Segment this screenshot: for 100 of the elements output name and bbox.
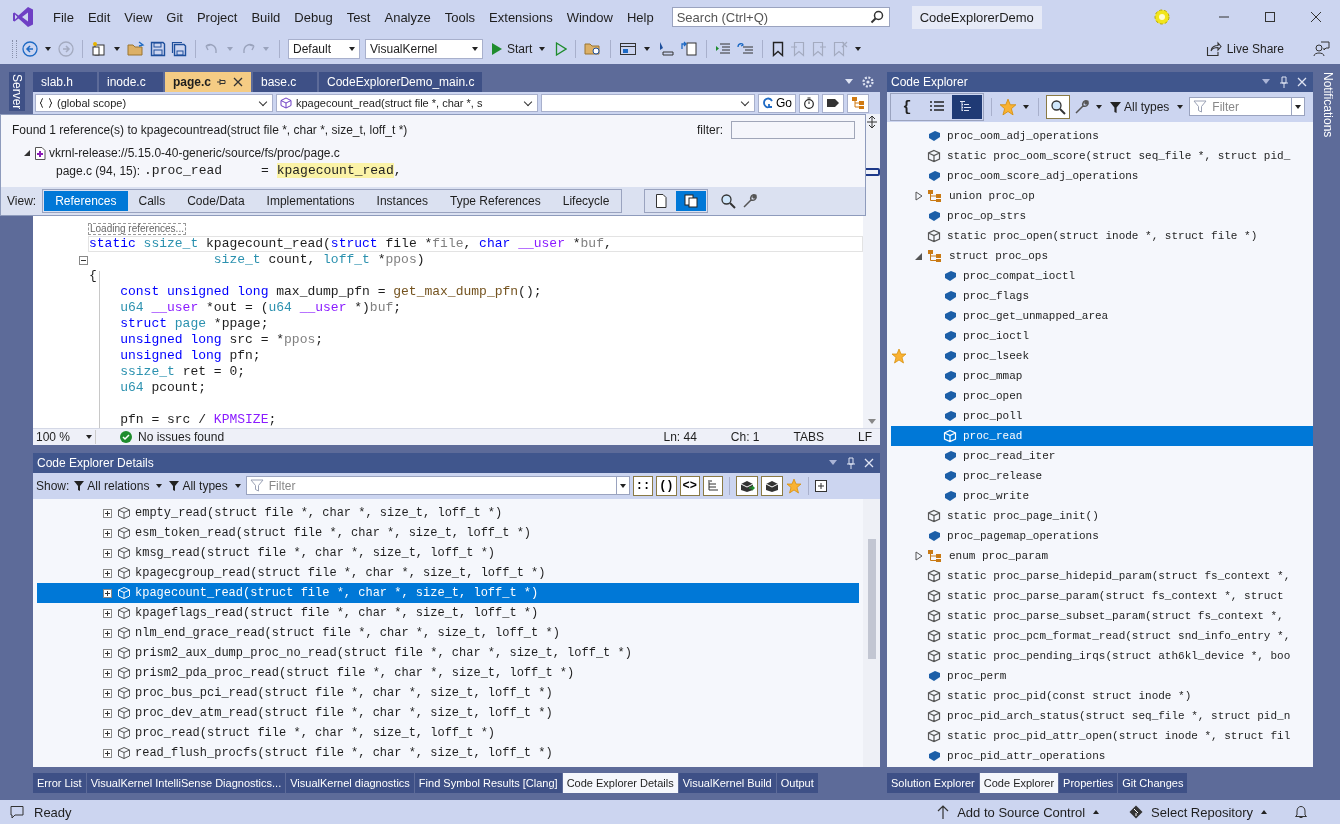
caret-icon[interactable] bbox=[1023, 105, 1029, 109]
reference-location[interactable]: page.c (94, 15): bbox=[56, 163, 141, 178]
symbol-item[interactable]: struct proc_ops bbox=[891, 246, 1313, 266]
view-tab[interactable]: References bbox=[44, 191, 128, 211]
document-tab[interactable]: CodeExplorerDemo_main.c bbox=[319, 72, 483, 92]
platform-dropdown[interactable]: VisualKernel bbox=[365, 39, 483, 59]
menu-item[interactable]: View bbox=[118, 6, 159, 28]
menu-item[interactable]: Window bbox=[560, 6, 619, 28]
relation-item[interactable]: proc_read(struct file *, char *, size_t, loff_t *) bbox=[37, 723, 859, 743]
expand-icon[interactable] bbox=[103, 528, 112, 538]
open-folder-icon[interactable] bbox=[127, 41, 145, 57]
collapse-icon[interactable] bbox=[79, 256, 88, 265]
menu-item[interactable]: Edit bbox=[81, 6, 117, 28]
relation-item[interactable]: kmsg_read(struct file *, char *, size_t, loff_t *) bbox=[37, 543, 859, 563]
search-icon[interactable] bbox=[720, 193, 737, 209]
symbol-item[interactable]: proc_perm bbox=[891, 666, 1313, 686]
symbol-item[interactable]: proc_pagemap_operations bbox=[891, 526, 1313, 546]
relation-item[interactable]: empty_read(struct file *, char *, size_t, loff_t *) bbox=[37, 503, 859, 523]
tool-window-tab[interactable]: VisualKernel Build bbox=[678, 773, 776, 793]
tool-window-tab[interactable]: Solution Explorer bbox=[887, 773, 979, 793]
tool-window-tab[interactable]: VisualKernel diagnostics bbox=[286, 773, 414, 793]
side-tab[interactable]: Server bbox=[8, 72, 25, 112]
expand-arrow-icon[interactable] bbox=[915, 191, 923, 201]
stopwatch-button[interactable] bbox=[799, 93, 819, 113]
wrench-icon[interactable] bbox=[1074, 99, 1090, 115]
indent-icon[interactable] bbox=[715, 41, 732, 57]
symbol-item[interactable]: static proc_open(struct inode *, struct file *) bbox=[891, 226, 1313, 246]
caret-icon[interactable] bbox=[644, 47, 651, 51]
menu-item[interactable]: Test bbox=[340, 6, 377, 28]
box-button[interactable] bbox=[760, 476, 783, 496]
feedback-icon[interactable] bbox=[1312, 40, 1330, 58]
search-field[interactable]: Search (Ctrl+Q) bbox=[671, 7, 890, 27]
symbol-item[interactable]: proc_oom_score_adj_operations bbox=[891, 166, 1313, 186]
relation-item[interactable]: prism2_aux_dump_proc_no_read(struct file *, char *, size_t, loff_t *) bbox=[37, 643, 859, 663]
menu-item[interactable]: Help bbox=[620, 6, 660, 28]
menu-item[interactable]: Project bbox=[190, 6, 244, 28]
caret-icon[interactable] bbox=[1096, 105, 1102, 109]
tree-view-button[interactable] bbox=[952, 95, 982, 119]
menu-item[interactable]: Analyze bbox=[378, 6, 437, 28]
expand-icon[interactable] bbox=[103, 628, 112, 638]
tool-window-tab[interactable]: Properties bbox=[1059, 773, 1118, 793]
caret-icon[interactable] bbox=[1295, 104, 1302, 109]
collapse-arrow-icon[interactable] bbox=[23, 149, 31, 157]
document-arrow-icon[interactable] bbox=[680, 41, 699, 57]
symbol-item[interactable]: static proc_pending_irqs(struct ath6kl_device *, boo bbox=[891, 646, 1313, 666]
symbol-item[interactable]: proc_write bbox=[891, 486, 1313, 506]
source-control-button[interactable]: Add to Source Control bbox=[934, 802, 1103, 822]
symbol-item[interactable]: static proc_oom_score(struct seq_file *, struct pid_ bbox=[891, 146, 1313, 166]
line-ending[interactable]: LF bbox=[858, 430, 872, 444]
outdent-icon[interactable] bbox=[736, 41, 755, 57]
collapse-arrow-icon[interactable] bbox=[915, 251, 923, 261]
expand-icon[interactable] bbox=[103, 608, 112, 618]
close-icon[interactable] bbox=[1310, 11, 1322, 23]
play-outline-icon[interactable] bbox=[555, 42, 568, 56]
expand-all-icon[interactable] bbox=[814, 480, 827, 492]
symbol-item[interactable]: static proc_parse_param(struct fs_context *, struct bbox=[891, 586, 1313, 606]
relation-item[interactable]: prism2_pda_proc_read(struct file *, char *, size_t, loff_t *) bbox=[37, 663, 859, 683]
symbol-item[interactable]: enum proc_param bbox=[891, 546, 1313, 566]
expand-icon[interactable] bbox=[103, 688, 112, 698]
view-tab[interactable]: Calls bbox=[127, 191, 177, 211]
symbol-item[interactable]: proc_ioctl bbox=[891, 326, 1313, 346]
document-tab[interactable]: page.c bbox=[165, 72, 251, 92]
repository-button[interactable]: Select Repository bbox=[1126, 802, 1270, 822]
start-button[interactable]: Start bbox=[488, 40, 551, 58]
relation-item[interactable]: nlm_end_grace_read(struct file *, char *, size_t, loff_t *) bbox=[37, 623, 859, 643]
menu-item[interactable]: Extensions bbox=[483, 6, 559, 28]
view-tab[interactable]: Lifecycle bbox=[551, 191, 621, 211]
issues-status[interactable]: No issues found bbox=[138, 430, 225, 444]
search-button[interactable] bbox=[1046, 95, 1070, 119]
menu-item[interactable]: Debug bbox=[288, 6, 339, 28]
scroll-thumb[interactable] bbox=[867, 539, 876, 659]
expand-icon[interactable] bbox=[103, 588, 112, 598]
caret-icon[interactable] bbox=[45, 47, 51, 51]
symbol-item[interactable]: proc_flags bbox=[891, 286, 1313, 306]
search-icon[interactable] bbox=[869, 10, 884, 24]
star-icon[interactable] bbox=[785, 478, 802, 494]
caret-icon[interactable] bbox=[234, 484, 241, 488]
symbol-item[interactable]: proc_pid_arch_status(struct seq_file *, struct pid_n bbox=[891, 706, 1313, 726]
menu-item[interactable]: Build bbox=[245, 6, 287, 28]
caret-icon[interactable] bbox=[855, 47, 862, 51]
tool-window-tab[interactable]: Git Changes bbox=[1118, 773, 1188, 793]
filter-field[interactable]: Filter bbox=[1189, 97, 1306, 116]
relation-item[interactable]: kpagecount_read(struct file *, char *, size_t, loff_t *) bbox=[37, 583, 859, 603]
view-tab[interactable]: Implementations bbox=[255, 191, 366, 211]
tool-window-tab[interactable]: VisualKernel IntelliSense Diagnostics... bbox=[86, 773, 286, 793]
document-tab[interactable]: base.c bbox=[253, 72, 317, 92]
expand-icon[interactable] bbox=[103, 548, 112, 558]
configuration-dropdown[interactable]: Default bbox=[288, 39, 360, 59]
dropdown-icon[interactable] bbox=[1261, 79, 1271, 85]
view-tab[interactable]: Instances bbox=[365, 191, 439, 211]
relations-filter[interactable]: All relations bbox=[72, 478, 152, 494]
symbol-item[interactable]: proc_op_strs bbox=[891, 206, 1313, 226]
menu-item[interactable]: File bbox=[47, 6, 80, 28]
member-dropdown[interactable]: kpagecount_read(struct file *, char *, s bbox=[276, 94, 538, 112]
filter-field[interactable]: Filter bbox=[245, 476, 630, 495]
symbol-item[interactable]: proc_read_iter bbox=[891, 446, 1313, 466]
maximize-icon[interactable] bbox=[1264, 11, 1276, 23]
menu-item[interactable]: Git bbox=[160, 6, 189, 28]
symbol-item[interactable]: static proc_parse_subset_param(struct fs_context *, bbox=[891, 606, 1313, 626]
symbol-item[interactable]: static proc_pcm_format_read(struct snd_info_entry *, bbox=[891, 626, 1313, 646]
